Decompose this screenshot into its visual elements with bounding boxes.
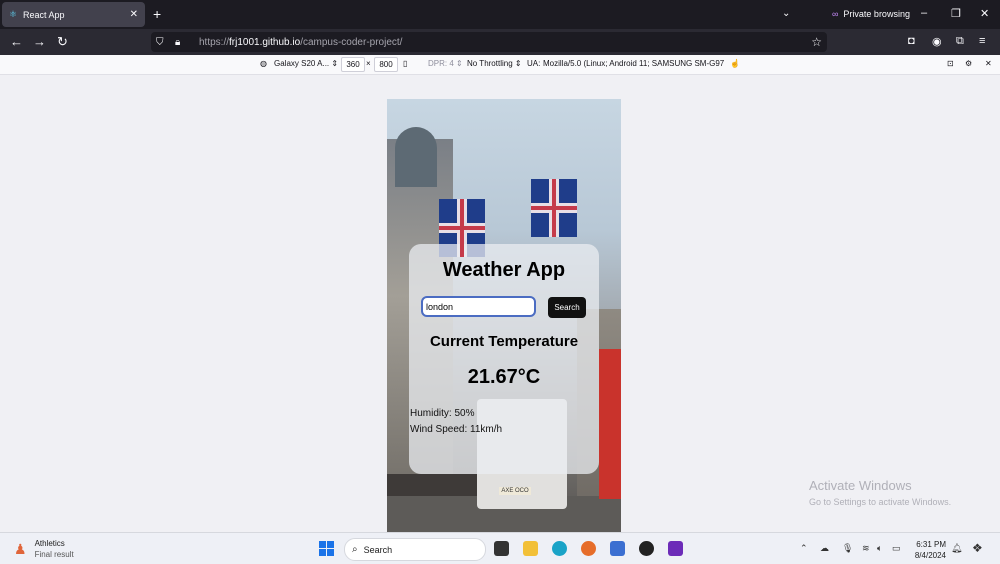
battery-icon[interactable]: ▭ [892,543,901,554]
back-icon[interactable]: ← [10,34,23,49]
url-bar[interactable]: ⛉ 🔒︎ https://frj1001.github.io/campus-co… [151,32,827,52]
device-icon: ◍ [260,59,267,68]
wind-speed-text: Wind Speed: 11km/h [410,424,503,435]
volume-icon[interactable]: 🔈︎ [877,543,882,554]
rotate-icon[interactable]: ▯ [403,59,407,68]
pocket-icon[interactable]: ◘ [908,35,915,47]
license-plate: AXE OCO [499,487,531,495]
tab-react-app[interactable]: ⚛ React App ✕ [2,2,145,27]
start-windows-icon[interactable] [319,541,334,556]
private-browsing-indicator: ∞ Private browsing [832,9,910,19]
current-temperature-heading: Current Temperature [429,333,579,350]
city-input[interactable] [421,296,536,317]
clock-time: 6:31 PM [916,540,946,549]
microphone-icon[interactable]: 🎙︎ [842,543,853,554]
show-hidden-icons[interactable]: ⌃ [800,543,808,554]
weather-card: Weather App Search Current Temperature 2… [409,244,599,474]
task-view-icon[interactable] [494,541,509,556]
throttling-selector[interactable]: No Throttling ⇕ [467,59,522,68]
humidity-text: Humidity: 50% [410,408,475,419]
shield-icon[interactable]: ⛉ [156,37,170,48]
activate-line-1: Activate Windows [809,478,912,493]
ua-label: UA: [527,59,541,68]
device-selector[interactable]: Galaxy S20 A... ⇕ [274,59,338,68]
restore-icon[interactable]: ❐ [951,7,961,20]
responsive-design-toolbar: ◍ Galaxy S20 A... ⇕ 360 × 800 ▯ DPR: 4 ⇕… [0,55,1000,75]
close-window-icon[interactable]: ✕ [980,7,989,20]
taskbar-search[interactable]: ⌕ Search [344,538,486,561]
red-bus [599,349,621,499]
tab-list-icon[interactable]: ⌄ [782,8,790,19]
tab-title: React App [23,9,65,20]
activate-line-2: Go to Settings to activate Windows. [809,497,952,507]
close-tab-icon[interactable]: ✕ [130,9,138,20]
url-host: frj1001.github.io [229,36,301,48]
react-icon: ⚛ [9,9,18,19]
firefox-private-icon[interactable] [668,541,683,556]
viewport-height-input[interactable]: 800 [374,57,398,72]
file-explorer-icon[interactable] [523,541,538,556]
throttling-value: No Throttling [467,59,513,68]
clock-date: 8/4/2024 [914,551,946,560]
dpr-value: DPR: 4 [428,59,454,68]
url-prefix: https:// [199,36,230,48]
taskbar-search-label: Search [363,544,393,555]
extensions-icon[interactable]: ⧉ [956,35,964,48]
user-agent-input[interactable]: Mozilla/5.0 (Linux; Android 11; SAMSUNG … [543,59,724,68]
lock-icon[interactable]: 🔒︎ [175,37,189,48]
private-browsing-label: Private browsing [843,9,910,19]
union-flag [531,179,577,237]
bookmark-star-icon[interactable]: ☆ [811,35,822,49]
close-rdm-icon[interactable]: ✕ [985,59,992,68]
account-icon[interactable]: ◉ [932,35,942,48]
activate-windows-watermark: Activate Windows Go to Settings to activ… [809,478,951,507]
private-mask-icon: ∞ [832,9,839,19]
edge-icon[interactable] [552,541,567,556]
news-widget[interactable]: ♟ Athletics Final result [14,538,74,560]
menu-icon[interactable]: ≡ [979,35,985,47]
new-tab-icon[interactable]: + [153,6,161,22]
notification-bell-icon[interactable]: 🔔︎ [951,543,962,554]
dimension-times: × [366,59,371,68]
copilot-icon[interactable]: ❖ [972,541,983,555]
url-text[interactable]: https://frj1001.github.io/campus-coder-p… [199,37,402,48]
settings-gear-icon[interactable]: ⚙ [965,59,972,68]
crowd [387,474,477,496]
app-icon[interactable] [639,541,654,556]
tab-bar: ⚛ React App ✕ + ⌄ ∞ Private browsing – ❐… [0,0,1000,29]
dpr-selector[interactable]: DPR: 4 ⇕ [428,59,463,68]
forward-icon[interactable]: → [33,34,46,49]
screenshot-icon[interactable]: ⊡ [947,59,954,68]
system-clock[interactable]: 6:31 PM 8/4/2024 [908,539,946,561]
navigation-bar: ← → ↻ ⛉ 🔒︎ https://frj1001.github.io/cam… [0,29,1000,55]
widget-subtitle: Final result [34,550,74,559]
taskbar: ♟ Athletics Final result ⌕ Search ⌃ ☁ 🎙︎… [0,532,1000,564]
app-title: Weather App [442,259,566,281]
minimize-icon[interactable]: – [921,7,927,19]
firefox-icon[interactable] [581,541,596,556]
reload-icon[interactable]: ↻ [57,34,68,50]
wifi-icon[interactable]: ≋ [862,543,870,554]
viewport-width-input[interactable]: 360 [341,57,365,72]
touch-simulation-icon[interactable]: ☝ [730,59,740,68]
device-name: Galaxy S20 A... [274,59,330,68]
clock-tower-dome [395,127,437,187]
athletics-icon: ♟ [14,540,27,557]
url-path: /campus-coder-project/ [300,36,403,48]
cloud-icon[interactable]: ☁ [820,543,829,554]
store-icon[interactable] [610,541,625,556]
widget-title: Athletics [34,539,65,548]
search-button[interactable]: Search [548,297,586,318]
search-icon: ⌕ [352,544,358,555]
temperature-value: 21.67°C [467,366,541,388]
